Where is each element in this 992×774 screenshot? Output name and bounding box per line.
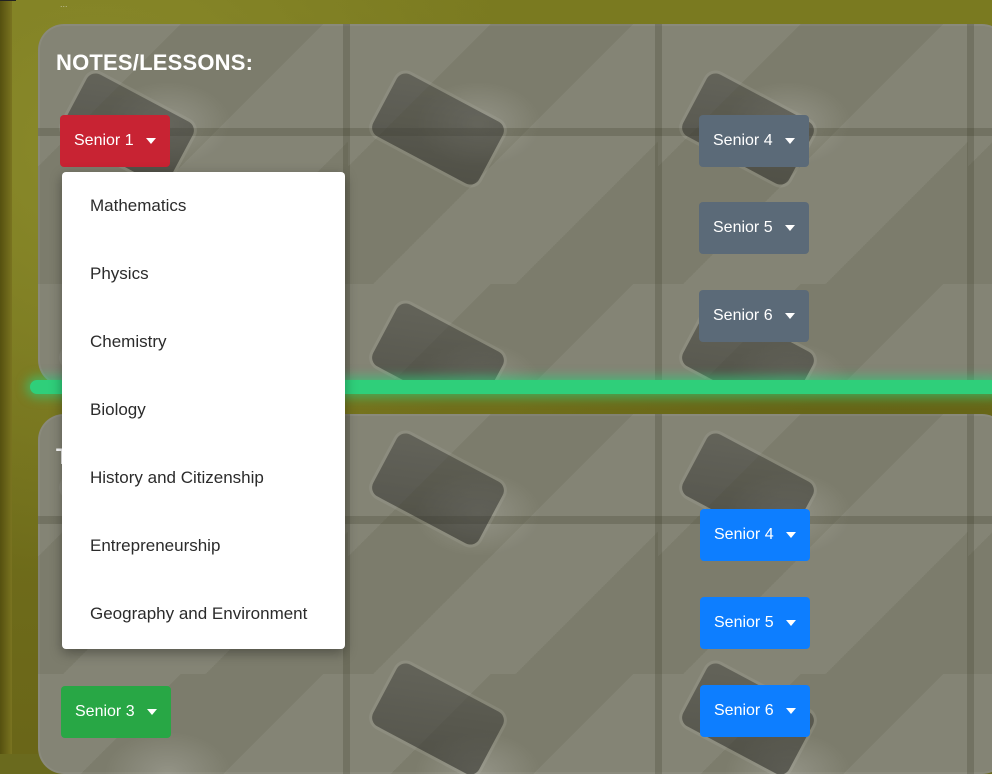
button-label: Senior 3 <box>75 703 135 720</box>
senior-5-dropdown-button[interactable]: Senior 5 <box>700 597 810 649</box>
dropdown-item-chemistry[interactable]: Chemistry <box>62 308 345 376</box>
caret-down-icon <box>145 138 156 144</box>
phone-image <box>368 69 508 189</box>
senior-6-dropdown-button[interactable]: Senior 6 <box>700 685 810 737</box>
button-label: Senior 5 <box>713 219 773 236</box>
button-label: Senior 4 <box>714 526 774 543</box>
senior-1-dropdown-button[interactable]: Senior 1 <box>60 115 170 167</box>
dropdown-item-biology[interactable]: Biology <box>62 376 345 444</box>
dropdown-item-mathematics[interactable]: Mathematics <box>62 172 345 240</box>
button-label: Senior 4 <box>713 132 773 149</box>
senior-3-dropdown-button[interactable]: Senior 3 <box>61 686 171 738</box>
caret-down-icon <box>784 138 795 144</box>
caret-down-icon <box>785 708 796 714</box>
senior-6-dropdown-button[interactable]: Senior 6 <box>699 290 809 342</box>
phone-image <box>368 429 508 549</box>
senior-5-dropdown-button[interactable]: Senior 5 <box>699 202 809 254</box>
senior-1-dropdown-menu: Mathematics Physics Chemistry Biology Hi… <box>62 172 345 649</box>
phone-image <box>368 299 508 386</box>
top-rule <box>0 0 16 7</box>
header-fragment: ... <box>60 0 68 8</box>
section-title: NOTES/LESSONS: <box>56 50 254 75</box>
dropdown-item-physics[interactable]: Physics <box>62 240 345 308</box>
caret-down-icon <box>784 313 795 319</box>
phone-image <box>368 659 508 774</box>
senior-4-dropdown-button[interactable]: Senior 4 <box>699 115 809 167</box>
button-label: Senior 6 <box>714 702 774 719</box>
dropdown-item-geography-and-environment[interactable]: Geography and Environment <box>62 580 345 648</box>
button-label: Senior 6 <box>713 307 773 324</box>
caret-down-icon <box>146 709 157 715</box>
senior-4-dropdown-button[interactable]: Senior 4 <box>700 509 810 561</box>
dropdown-item-entrepreneurship[interactable]: Entrepreneurship <box>62 512 345 580</box>
button-label: Senior 5 <box>714 614 774 631</box>
caret-down-icon <box>784 225 795 231</box>
button-label: Senior 1 <box>74 132 134 149</box>
dropdown-item-history-and-citizenship[interactable]: History and Citizenship <box>62 444 345 512</box>
caret-down-icon <box>785 620 796 626</box>
caret-down-icon <box>785 532 796 538</box>
left-edge-decoration <box>0 0 12 754</box>
